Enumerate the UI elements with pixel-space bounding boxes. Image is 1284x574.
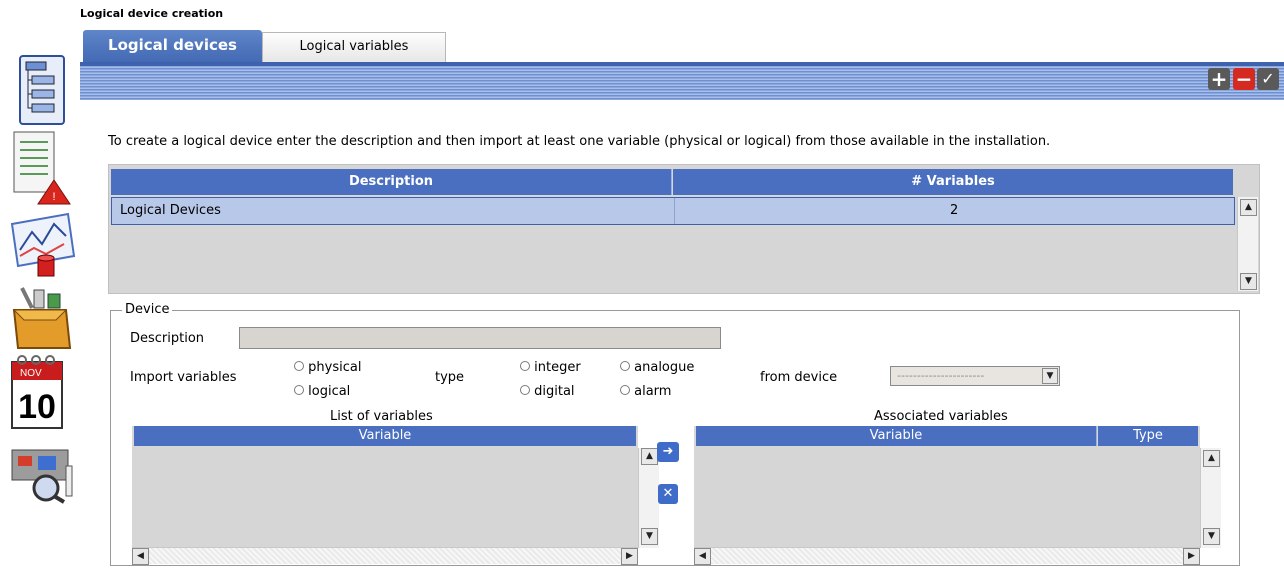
scroll-left-icon[interactable]: ◀ [132, 548, 149, 565]
radio-alarm[interactable]: alarm [620, 384, 671, 399]
plant-search-icon[interactable] [8, 444, 78, 504]
radio-analogue-label: analogue [634, 360, 695, 375]
calendar-icon[interactable]: NOV 10 [6, 354, 68, 430]
remove-variable-icon[interactable]: ✕ [658, 484, 678, 504]
column-header-variable[interactable]: Variable [134, 426, 636, 446]
description-input[interactable] [239, 327, 721, 349]
radio-alarm-label: alarm [634, 384, 672, 399]
chevron-down-icon[interactable]: ▼ [1042, 368, 1058, 384]
header-band-edge [80, 62, 1284, 66]
vertical-scrollbar[interactable]: ▲ ▼ [1237, 197, 1258, 291]
device-tree-icon[interactable] [18, 54, 66, 126]
radio-analogue-icon[interactable] [620, 361, 630, 371]
type-label: type [435, 370, 465, 385]
row-description: Logical Devices [120, 203, 221, 218]
instructions-text: To create a logical device enter the des… [108, 134, 1051, 149]
svg-text:!: ! [52, 191, 55, 203]
vertical-scrollbar[interactable]: ▲ ▼ [1200, 448, 1221, 548]
scroll-left-icon[interactable]: ◀ [694, 548, 711, 565]
radio-physical-label: physical [308, 360, 362, 375]
radio-digital-label: digital [534, 384, 575, 399]
row-variables-count: 2 [950, 203, 959, 218]
toolbox-icon[interactable] [8, 284, 74, 352]
column-header-variables[interactable]: # Variables [673, 169, 1233, 195]
radio-integer[interactable]: integer [520, 360, 581, 375]
svg-text:10: 10 [18, 388, 56, 426]
horizontal-scrollbar[interactable]: ◀ ▶ [132, 547, 638, 565]
devices-grid: Description # Variables Logical Devices … [108, 164, 1260, 294]
scroll-down-icon[interactable]: ▼ [1203, 528, 1220, 545]
alarm-report-icon[interactable]: ! [10, 128, 74, 208]
radio-integer-label: integer [534, 360, 581, 375]
associated-variables-title: Associated variables [874, 409, 1008, 424]
window-title: Logical device creation [80, 7, 224, 20]
vertical-scrollbar[interactable]: ▲ ▼ [638, 448, 659, 548]
radio-digital[interactable]: digital [520, 384, 575, 399]
table-row[interactable]: Logical Devices 2 [111, 197, 1235, 225]
description-label: Description [130, 331, 205, 346]
plus-icon[interactable]: + [1208, 68, 1230, 90]
radio-physical-icon[interactable] [294, 361, 304, 371]
from-device-select[interactable]: ---------------------- ▼ [890, 366, 1060, 386]
column-header-variable[interactable]: Variable [696, 426, 1097, 446]
scroll-up-icon[interactable]: ▲ [1240, 199, 1257, 216]
scroll-up-icon[interactable]: ▲ [641, 448, 658, 465]
tab-logical-variables[interactable]: Logical variables [262, 32, 446, 63]
chart-database-icon[interactable] [8, 210, 78, 280]
scroll-right-icon[interactable]: ▶ [1183, 548, 1200, 565]
tab-logical-devices[interactable]: Logical devices [83, 30, 262, 64]
list-of-variables: Variable ◀ ▶ [132, 426, 638, 565]
radio-physical[interactable]: physical [294, 360, 361, 375]
device-legend: Device [122, 302, 173, 317]
radio-logical-icon[interactable] [294, 385, 304, 395]
radio-logical[interactable]: logical [294, 384, 350, 399]
column-header-description[interactable]: Description [111, 169, 672, 195]
radio-digital-icon[interactable] [520, 385, 530, 395]
column-divider [674, 198, 675, 224]
check-icon[interactable]: ✓ [1257, 68, 1279, 90]
radio-integer-icon[interactable] [520, 361, 530, 371]
header-band [80, 62, 1284, 100]
from-device-label: from device [760, 370, 838, 385]
column-header-type[interactable]: Type [1098, 426, 1198, 446]
left-toolbar: ! NOV 10 [0, 0, 80, 574]
add-variable-arrow-icon[interactable]: ➜ [657, 442, 679, 462]
horizontal-scrollbar[interactable]: ◀ ▶ [694, 547, 1200, 565]
associated-variables: Variable Type ◀ ▶ [694, 426, 1200, 565]
radio-analogue[interactable]: analogue [620, 360, 694, 375]
svg-text:NOV: NOV [20, 368, 42, 379]
minus-icon[interactable]: − [1233, 68, 1255, 90]
scroll-down-icon[interactable]: ▼ [1240, 273, 1257, 290]
radio-alarm-icon[interactable] [620, 385, 630, 395]
list-of-variables-title: List of variables [330, 409, 433, 424]
scroll-up-icon[interactable]: ▲ [1203, 450, 1220, 467]
radio-logical-label: logical [308, 384, 351, 399]
scroll-right-icon[interactable]: ▶ [621, 548, 638, 565]
from-device-value: ---------------------- [897, 369, 985, 382]
import-variables-label: Import variables [130, 370, 237, 385]
scroll-down-icon[interactable]: ▼ [641, 528, 658, 545]
